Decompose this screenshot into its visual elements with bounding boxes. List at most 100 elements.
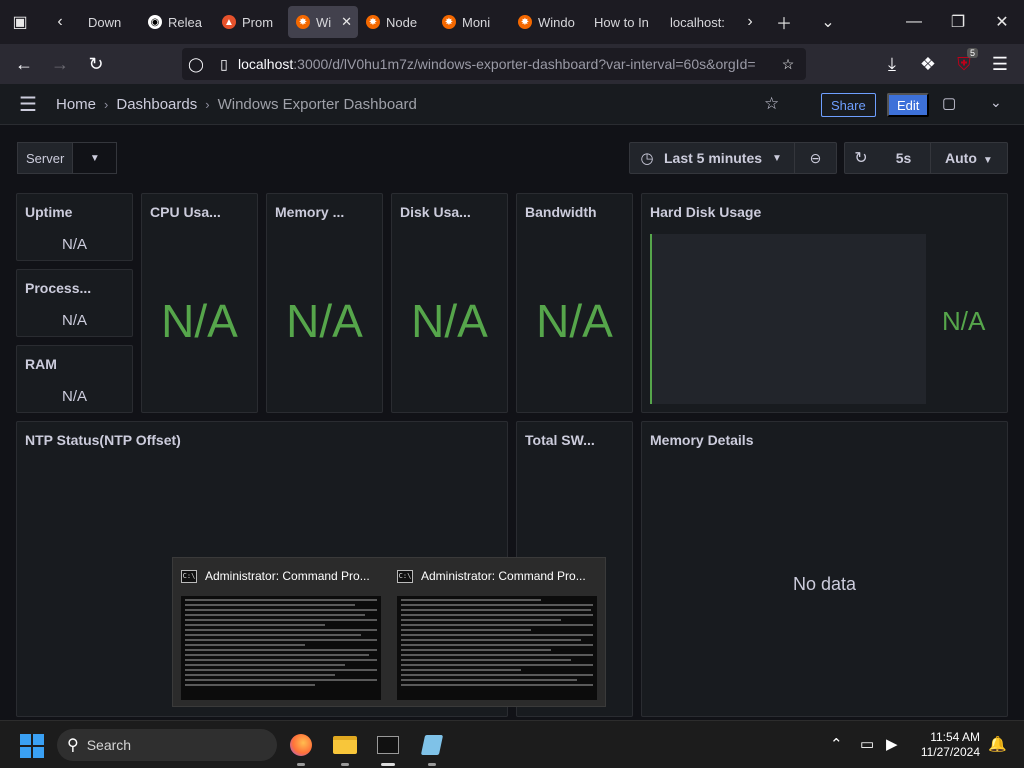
panel-memory[interactable]: Memory ... N/A: [266, 193, 383, 413]
grafana-icon: ✸: [366, 15, 380, 29]
panel-memory-details[interactable]: Memory Details No data: [641, 421, 1008, 717]
panel-bandwidth[interactable]: Bandwidth N/A: [516, 193, 633, 413]
tab-monitoring[interactable]: ✸ Moni: [434, 6, 510, 38]
edit-button[interactable]: Edit: [887, 93, 930, 117]
preview-thumbnail: [181, 596, 381, 700]
breadcrumb-home[interactable]: Home: [56, 96, 96, 113]
panel-title: Process...: [25, 280, 92, 296]
shield-icon[interactable]: ◯: [182, 56, 210, 73]
tab-label: Node: [386, 14, 418, 30]
kiosk-mode-icon[interactable]: ▢: [942, 94, 956, 112]
tab-windows-exporter[interactable]: ✸ Wi ✕: [288, 6, 358, 38]
refresh-picker: ↻ 5s Auto ▼: [844, 142, 1008, 174]
panel-cpu-usage[interactable]: CPU Usa... N/A: [141, 193, 258, 413]
panel-disk-usage[interactable]: Disk Usa... N/A: [391, 193, 508, 413]
refresh-icon[interactable]: ↻: [845, 148, 877, 168]
url-host: localhost: [238, 56, 294, 72]
time-range-picker[interactable]: ◷ Last 5 minutes ▼ ⊖: [629, 142, 837, 174]
terminal-icon[interactable]: [374, 731, 402, 766]
page-info-icon[interactable]: ▯: [210, 56, 238, 73]
browser-nav-bar: ← → ↻ ◯ ▯ localhost:3000/d/lV0hu1m7z/win…: [0, 44, 1024, 84]
panel-value: N/A: [536, 295, 613, 347]
panel-value: N/A: [61, 312, 87, 329]
tab-releases[interactable]: ◉ Relea: [140, 6, 214, 38]
extension-badge: 5: [966, 48, 978, 58]
variable-label: Server: [17, 142, 74, 174]
no-data-message: No data: [792, 574, 857, 594]
preview-window-1[interactable]: C:\ Administrator: Command Pro...: [173, 558, 389, 708]
tab-label: Relea: [168, 14, 202, 30]
panel-value: N/A: [411, 295, 488, 347]
notepad-icon[interactable]: [418, 731, 446, 766]
close-window-icon[interactable]: ✕: [980, 0, 1024, 44]
taskbar-search[interactable]: ⚲ Search: [57, 729, 277, 761]
notifications-bell-icon[interactable]: 🔔: [988, 735, 1007, 753]
windows-start-icon[interactable]: [20, 734, 44, 758]
menu-icon[interactable]: ☰: [982, 46, 1018, 82]
show-hidden-icons-icon[interactable]: ⌃: [830, 735, 843, 753]
system-clock[interactable]: 11:54 AM 11/27/2024: [918, 730, 980, 760]
panel-value: N/A: [286, 295, 363, 347]
menu-toggle-icon[interactable]: ☰: [0, 92, 56, 117]
tab-how-to[interactable]: How to In: [586, 6, 662, 38]
panel-uptime[interactable]: Uptime N/A: [16, 193, 133, 261]
auto-refresh-select[interactable]: Auto ▼: [931, 150, 993, 166]
breadcrumb-dashboards[interactable]: Dashboards: [116, 96, 197, 113]
tab-localhost[interactable]: localhost:: [662, 6, 738, 38]
firefox-icon[interactable]: [287, 731, 315, 766]
ublock-icon[interactable]: ⛨ 5: [946, 46, 982, 82]
breadcrumb: Home › Dashboards › Windows Exporter Das…: [56, 96, 417, 113]
tab-downloads[interactable]: Down: [80, 6, 140, 38]
back-icon[interactable]: ←: [6, 46, 42, 82]
refresh-interval[interactable]: 5s: [877, 143, 931, 173]
share-button[interactable]: Share: [821, 93, 876, 117]
tab-overview-icon[interactable]: ▣: [0, 0, 40, 44]
panel-value: N/A: [942, 306, 986, 336]
server-select[interactable]: ▼: [73, 142, 118, 174]
chevron-down-icon: ▼: [772, 152, 782, 164]
breadcrumb-current: Windows Exporter Dashboard: [217, 95, 417, 113]
preview-window-2[interactable]: C:\ Administrator: Command Pro...: [389, 558, 605, 708]
clock-icon: ◷: [640, 150, 654, 167]
chevron-right-icon: ›: [104, 96, 109, 112]
panel-hard-disk-usage[interactable]: Hard Disk Usage N/A: [641, 193, 1008, 413]
minimize-icon[interactable]: —: [892, 0, 936, 44]
hard-disk-bar-gauge: [650, 234, 926, 404]
restore-icon[interactable]: ❐: [936, 0, 980, 44]
panel-title: Disk Usa...: [400, 204, 471, 220]
address-bar[interactable]: ◯ ▯ localhost:3000/d/lV0hu1m7z/windows-e…: [182, 48, 806, 80]
extensions-icon[interactable]: ❖: [910, 46, 946, 82]
tab-prometheus[interactable]: ▲ Prom: [214, 6, 288, 38]
panel-title: RAM: [25, 356, 57, 372]
zoom-out-icon[interactable]: ⊖: [794, 143, 836, 173]
tab-windows[interactable]: ✸ Windo: [510, 6, 586, 38]
bookmark-star-icon[interactable]: ☆: [774, 56, 802, 73]
favorite-star-icon[interactable]: ☆: [764, 94, 779, 114]
chevron-down-icon[interactable]: ⌄: [990, 94, 1002, 111]
downloads-icon[interactable]: ⤓: [874, 46, 910, 82]
tab-label: Moni: [462, 14, 491, 30]
panel-title: Hard Disk Usage: [650, 204, 762, 220]
panel-title: Uptime: [25, 204, 73, 220]
reload-icon[interactable]: ↻: [78, 46, 114, 82]
panel-ram[interactable]: RAM N/A: [16, 345, 133, 413]
url-text[interactable]: localhost:3000/d/lV0hu1m7z/windows-expor…: [238, 56, 758, 72]
grafana-top-bar: ☰ Home › Dashboards › Windows Exporter D…: [0, 84, 1024, 125]
panel-processes[interactable]: Process... N/A: [16, 269, 133, 337]
grafana-icon: ✸: [442, 15, 456, 29]
grafana-icon: ✸: [296, 15, 310, 29]
server-variable: Server ▼: [17, 142, 118, 174]
panel-title: NTP Status(NTP Offset): [25, 432, 181, 448]
list-tabs-icon[interactable]: ⌄: [806, 0, 850, 44]
tabs-scroll-right-icon[interactable]: ›: [738, 0, 762, 44]
network-icon[interactable]: ▭: [860, 735, 874, 753]
taskbar-window-preview: C:\ Administrator: Command Pro... C:\ Ad…: [172, 557, 606, 707]
file-explorer-icon[interactable]: [331, 731, 359, 766]
forward-icon[interactable]: →: [42, 46, 78, 82]
close-tab-icon[interactable]: ✕: [341, 14, 352, 30]
chevron-down-icon: ▼: [89, 152, 100, 164]
new-tab-icon[interactable]: ＋: [762, 0, 806, 44]
volume-muted-icon[interactable]: ▶: [886, 735, 898, 753]
tabs-scroll-left-icon[interactable]: ‹: [40, 0, 80, 44]
tab-node[interactable]: ✸ Node: [358, 6, 434, 38]
